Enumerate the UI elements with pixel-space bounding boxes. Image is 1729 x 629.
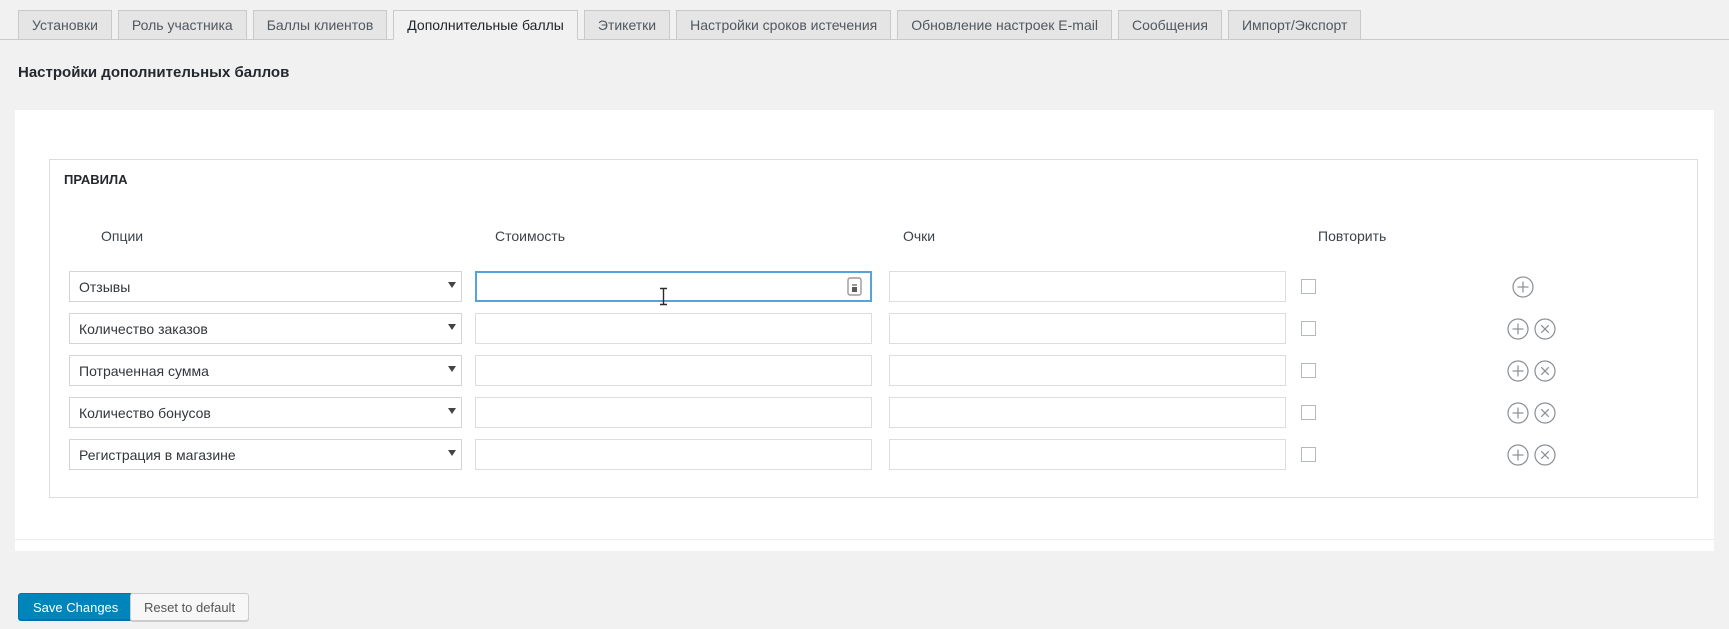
save-button[interactable]: Save Changes: [18, 593, 134, 621]
rule-row: Количество бонусов: [50, 397, 1697, 428]
add-rule-button[interactable]: [1512, 276, 1534, 298]
repeat-checkbox[interactable]: [1301, 279, 1316, 294]
reset-button[interactable]: Reset to default: [130, 593, 250, 621]
rule-row: Количество заказов: [50, 313, 1697, 344]
tab[interactable]: Обновление настроек E-mail: [897, 10, 1112, 40]
add-rule-button[interactable]: [1507, 444, 1529, 466]
column-header-options: Опции: [101, 228, 144, 244]
option-select[interactable]: Отзывы: [69, 271, 462, 302]
cost-input[interactable]: [475, 439, 872, 470]
tab[interactable]: Роль участника: [117, 10, 247, 40]
remove-rule-button[interactable]: [1534, 318, 1556, 340]
repeat-checkbox[interactable]: [1301, 321, 1316, 336]
rules-legend: ПРАВИЛА: [64, 172, 128, 187]
remove-rule-button[interactable]: [1534, 402, 1556, 424]
remove-rule-button[interactable]: [1534, 360, 1556, 382]
page-title: Настройки дополнительных баллов: [18, 64, 290, 81]
tab[interactable]: Импорт/Экспорт: [1227, 10, 1362, 40]
remove-rule-button[interactable]: [1534, 444, 1556, 466]
cost-input[interactable]: [475, 271, 872, 302]
cost-input[interactable]: [475, 313, 872, 344]
repeat-checkbox[interactable]: [1301, 363, 1316, 378]
tab[interactable]: Баллы клиентов: [252, 10, 388, 40]
points-input[interactable]: [889, 313, 1286, 344]
points-input[interactable]: [889, 439, 1286, 470]
option-select[interactable]: Потраченная сумма: [69, 355, 462, 386]
option-select[interactable]: Регистрация в магазине: [69, 439, 462, 470]
rule-row: Регистрация в магазине: [50, 439, 1697, 470]
autofill-icon: [847, 277, 862, 296]
tab[interactable]: Настройки сроков истечения: [676, 10, 892, 40]
tab-bar: Установки Роль участника Баллы клиентов Доп…: [0, 0, 1729, 40]
divider: [15, 539, 1714, 540]
add-rule-button[interactable]: [1507, 318, 1529, 340]
column-header-repeat: Повторить: [1318, 228, 1387, 244]
column-header-cost: Стоимость: [495, 228, 566, 244]
repeat-checkbox[interactable]: [1301, 447, 1316, 462]
cost-input[interactable]: [475, 355, 872, 386]
rule-row: Отзывы: [50, 271, 1697, 302]
option-select[interactable]: Количество бонусов: [69, 397, 462, 428]
tab[interactable]: Этикетки: [583, 10, 671, 40]
add-rule-button[interactable]: [1507, 402, 1529, 424]
settings-panel: ПРАВИЛА Опции Стоимость Очки Повторить О…: [15, 110, 1714, 551]
add-rule-button[interactable]: [1507, 360, 1529, 382]
tab[interactable]: Сообщения: [1117, 10, 1222, 40]
repeat-checkbox[interactable]: [1301, 405, 1316, 420]
rules-rows: Отзывы Количество заказов Потраченная су…: [50, 271, 1697, 481]
tab[interactable]: Установки: [18, 10, 112, 40]
option-select[interactable]: Количество заказов: [69, 313, 462, 344]
points-input[interactable]: [889, 355, 1286, 386]
points-input[interactable]: [889, 397, 1286, 428]
rules-fieldset: ПРАВИЛА Опции Стоимость Очки Повторить О…: [49, 159, 1698, 498]
rule-row: Потраченная сумма: [50, 355, 1697, 386]
cost-input[interactable]: [475, 397, 872, 428]
column-header-points: Очки: [903, 228, 936, 244]
points-input[interactable]: [889, 271, 1286, 302]
tab[interactable]: Дополнительные баллы: [393, 10, 578, 40]
